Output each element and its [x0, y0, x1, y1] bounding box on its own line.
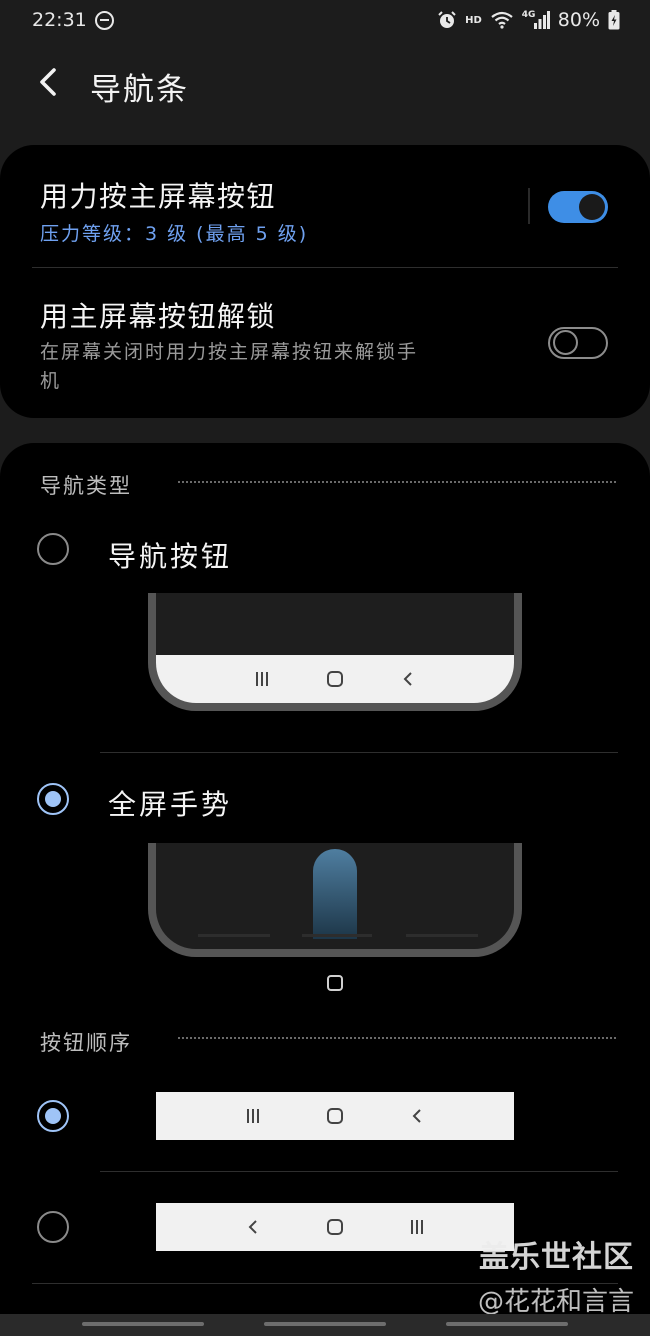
order-option-1-preview[interactable] [156, 1092, 514, 1140]
gesture-hint-line[interactable] [82, 1322, 204, 1326]
page-title: 导航条 [90, 72, 189, 108]
order-option-1-radio[interactable] [37, 1100, 69, 1132]
force-press-subtitle: 压力等级：3 级 (最高 5 级) [40, 223, 309, 245]
watermark-author: @花花和言言 [477, 1287, 634, 1317]
recents-icon [256, 672, 269, 686]
system-gesture-bar [0, 1314, 650, 1336]
order-option-2-radio[interactable] [37, 1211, 69, 1243]
gesture-hint-line[interactable] [264, 1322, 386, 1326]
header-dotted-line [178, 481, 616, 483]
vertical-divider [528, 188, 530, 224]
do-not-disturb-icon [94, 10, 114, 30]
battery-charging-icon [608, 10, 620, 30]
gesture-hint-line [406, 934, 478, 937]
divider [32, 267, 618, 268]
status-time: 22:31 [32, 9, 87, 31]
home-icon [326, 671, 343, 687]
watermark-community: 盖乐世社区 [479, 1240, 634, 1275]
gestures-preview[interactable] [148, 843, 522, 957]
gesture-hint-line [302, 934, 372, 937]
recents-icon [411, 1220, 423, 1234]
navigation-card: 导航类型 导航按钮 全屏手势 按钮顺序 [0, 443, 650, 1336]
force-press-title: 用力按主屏幕按钮 [40, 180, 277, 213]
nav-type-header: 导航类型 [40, 474, 132, 498]
recents-icon [247, 1109, 259, 1123]
back-icon [403, 672, 412, 686]
unlock-subtitle-line2: 机 [40, 370, 62, 392]
unlock-subtitle-line1: 在屏幕关闭时用力按主屏幕按钮来解锁手 [40, 341, 419, 363]
force-press-card: 用力按主屏幕按钮 压力等级：3 级 (最高 5 级) 用主屏幕按钮解锁 在屏幕关… [0, 145, 650, 418]
status-left: 22:31 [32, 9, 114, 31]
home-icon [327, 1108, 343, 1124]
toggle-knob [553, 330, 578, 355]
back-icon [412, 1109, 421, 1123]
back-arrow-icon[interactable] [36, 66, 62, 98]
signal-icon: 4G [522, 10, 550, 30]
divider [100, 1171, 618, 1172]
nav-buttons-radio[interactable] [37, 533, 69, 565]
button-order-header: 按钮顺序 [40, 1031, 132, 1055]
home-icon [327, 975, 343, 991]
alarm-icon [438, 11, 456, 28]
preview-navbar [156, 655, 514, 703]
status-right: HD 4G 80% [437, 9, 620, 31]
hd-indicator: HD [465, 14, 482, 26]
status-bar: 22:31 HD 4G 80% [0, 0, 650, 40]
unlock-title: 用主屏幕按钮解锁 [40, 300, 277, 333]
order-option-2-preview[interactable] [156, 1203, 514, 1251]
gestures-label[interactable]: 全屏手势 [108, 783, 232, 823]
divider [100, 752, 618, 753]
force-press-toggle[interactable] [548, 191, 608, 223]
gesture-hint-line [198, 934, 270, 937]
preview-screen [156, 843, 514, 949]
gestures-radio[interactable] [37, 783, 69, 815]
radio-dot [45, 1108, 61, 1124]
preview-screen [156, 593, 514, 703]
nav-buttons-preview[interactable] [148, 593, 522, 711]
back-icon [248, 1220, 257, 1234]
battery-percent: 80% [557, 9, 600, 31]
header-dotted-line [178, 1037, 616, 1039]
unlock-toggle[interactable] [548, 327, 608, 359]
nav-buttons-label[interactable]: 导航按钮 [108, 535, 232, 575]
radio-dot [45, 791, 61, 807]
gesture-hint-line[interactable] [446, 1322, 568, 1326]
toggle-knob [579, 194, 605, 220]
wifi-icon [491, 11, 513, 29]
app-bar: 导航条 [0, 48, 650, 118]
home-icon [327, 1219, 343, 1235]
swipe-indicator [313, 849, 357, 939]
